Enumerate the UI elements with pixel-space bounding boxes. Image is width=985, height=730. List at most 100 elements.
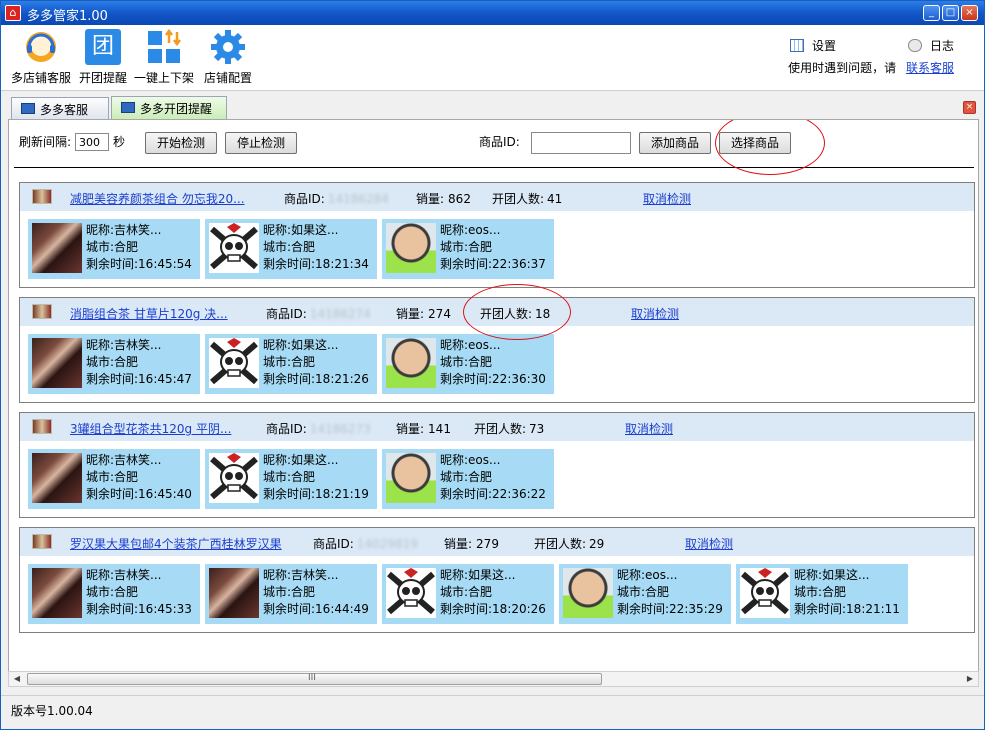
member-city-label: 城市:: [263, 470, 292, 484]
tab-group-reminder[interactable]: 多多开团提醒: [111, 96, 227, 120]
member-card[interactable]: 昵称:如果这... 城市:合肥 剩余时间:18:21:11: [736, 564, 908, 624]
product-name-link[interactable]: 消脂组合茶 甘草片120g 决...: [70, 305, 228, 322]
member-remaining-label: 剩余时间:: [617, 602, 670, 616]
member-city-label: 城市:: [440, 585, 469, 599]
log-link[interactable]: 日志: [907, 37, 954, 54]
member-city-value: 合肥: [114, 240, 139, 254]
product-id-label: 商品ID:: [266, 307, 307, 321]
girl-avatar: [32, 453, 82, 503]
member-remaining-row: 剩余时间:18:21:19: [263, 486, 369, 503]
minimize-button[interactable]: _: [923, 5, 940, 21]
scroll-right-icon[interactable]: ▶: [963, 673, 977, 685]
product-id-label: 商品ID:: [313, 537, 354, 551]
group-count-value: 41: [547, 192, 563, 206]
toolbar-store-config[interactable]: 店铺配置: [201, 29, 255, 86]
toolbar-multi-store-service[interactable]: 多店铺客服: [9, 29, 73, 86]
member-remaining-label: 剩余时间:: [440, 372, 493, 386]
product-group: 3罐组合型花茶共120g 平阴... 商品ID: 14186273 销量: 141 开团人…: [19, 412, 975, 518]
member-card[interactable]: 昵称:吉林笑... 城市:合肥 剩余时间:16:45:33: [28, 564, 200, 624]
member-city-value: 合肥: [468, 585, 493, 599]
stop-detect-button[interactable]: 停止检测: [225, 132, 297, 154]
member-card[interactable]: 昵称:吉林笑... 城市:合肥 剩余时间:16:45:47: [28, 334, 200, 394]
sales-cell: 销量: 274: [396, 305, 451, 322]
product-name-link[interactable]: 3罐组合型花茶共120g 平阴...: [70, 420, 231, 437]
member-remaining-label: 剩余时间:: [440, 602, 493, 616]
member-card[interactable]: 昵称:如果这... 城市:合肥 剩余时间:18:21:34: [205, 219, 377, 279]
member-nick-value: eos...: [468, 453, 501, 467]
member-city-value: 合肥: [114, 470, 139, 484]
toolbar-group-reminder[interactable]: 团 开团提醒: [77, 29, 129, 86]
member-card[interactable]: 昵称:如果这... 城市:合肥 剩余时间:18:21:19: [205, 449, 377, 509]
cancel-detect-link[interactable]: 取消检测: [685, 535, 733, 552]
member-remaining-row: 剩余时间:16:44:49: [263, 601, 369, 618]
member-card[interactable]: 昵称:eos... 城市:合肥 剩余时间:22:36:37: [382, 219, 554, 279]
product-name-link[interactable]: 罗汉果大果包邮4个装茶广西桂林罗汉果: [70, 535, 282, 552]
member-card[interactable]: 昵称:如果这... 城市:合肥 剩余时间:18:21:26: [205, 334, 377, 394]
title-bar[interactable]: ⌂ 多多管家1.00 _ □ ×: [1, 1, 984, 25]
horizontal-scrollbar[interactable]: ◀ III ▶: [8, 671, 979, 687]
interval-input[interactable]: [75, 133, 109, 151]
add-product-button[interactable]: 添加商品: [639, 132, 711, 154]
member-nick-label: 昵称:: [440, 453, 469, 467]
member-nick-label: 昵称:: [617, 568, 646, 582]
tab-strip: 多多客服 多多开团提醒 ×: [1, 96, 984, 120]
start-detect-button[interactable]: 开始检测: [145, 132, 217, 154]
man-avatar: [386, 223, 436, 273]
member-city-row: 城市:合肥: [440, 469, 546, 486]
maximize-button[interactable]: □: [942, 5, 959, 21]
member-nick-label: 昵称:: [263, 223, 292, 237]
member-card[interactable]: 昵称:吉林笑... 城市:合肥 剩余时间:16:45:40: [28, 449, 200, 509]
member-remaining-value: 22:36:37: [492, 257, 546, 271]
product-id-input[interactable]: [531, 132, 631, 154]
tab-label: 多多开团提醒: [140, 102, 213, 116]
close-tab-icon[interactable]: ×: [963, 101, 976, 114]
cancel-detect-link[interactable]: 取消检测: [631, 305, 679, 322]
member-info: 昵称:吉林笑... 城市:合肥 剩余时间:16:45:40: [86, 452, 192, 503]
cancel-detect-link[interactable]: 取消检测: [625, 420, 673, 437]
group-count-value: 29: [589, 537, 605, 551]
settings-link[interactable]: 设置: [789, 37, 836, 54]
member-city-row: 城市:合肥: [86, 584, 192, 601]
skull-avatar: [740, 568, 790, 618]
member-city-row: 城市:合肥: [263, 354, 369, 371]
scroll-thumb[interactable]: III: [27, 673, 602, 685]
help-row: 使用时遇到问题，请 联系客服: [788, 59, 954, 76]
tab-duoduo-service[interactable]: 多多客服: [11, 97, 109, 119]
member-city-row: 城市:合肥: [86, 469, 192, 486]
scroll-left-icon[interactable]: ◀: [10, 673, 24, 685]
member-card[interactable]: 昵称:eos... 城市:合肥 剩余时间:22:36:30: [382, 334, 554, 394]
close-button[interactable]: ×: [961, 5, 978, 21]
member-card[interactable]: 昵称:如果这... 城市:合肥 剩余时间:18:20:26: [382, 564, 554, 624]
member-nick-label: 昵称:: [86, 223, 115, 237]
member-info: 昵称:如果这... 城市:合肥 剩余时间:18:21:19: [263, 452, 369, 503]
product-id-value: 14186284: [327, 192, 389, 206]
skull-icon: [740, 568, 790, 618]
member-nick-value: 如果这...: [291, 453, 339, 467]
member-city-value: 合肥: [114, 585, 139, 599]
product-thumbnail: [32, 419, 52, 434]
member-card[interactable]: 昵称:eos... 城市:合肥 剩余时间:22:35:29: [559, 564, 731, 624]
product-thumbnail: [32, 189, 52, 204]
member-city-label: 城市:: [86, 470, 115, 484]
toolbar-one-key-shelf[interactable]: 一键上下架: [131, 29, 197, 86]
member-card[interactable]: 昵称:吉林笑... 城市:合肥 剩余时间:16:44:49: [205, 564, 377, 624]
app-window: ⌂ 多多管家1.00 _ □ × 多店铺客服 团 开团提醒 一键上下架 店铺配置…: [0, 0, 985, 730]
skull-icon: [209, 223, 259, 273]
group-count-cell: 开团人数: 29: [534, 535, 604, 552]
member-city-value: 合肥: [291, 585, 316, 599]
contact-service-link[interactable]: 联系客服: [906, 61, 954, 75]
man-avatar: [563, 568, 613, 618]
member-info: 昵称:如果这... 城市:合肥 剩余时间:18:21:26: [263, 337, 369, 388]
member-info: 昵称:吉林笑... 城市:合肥 剩余时间:16:45:33: [86, 567, 192, 618]
member-remaining-row: 剩余时间:16:45:40: [86, 486, 192, 503]
product-name-link[interactable]: 减肥美容养颜茶组合 勿忘我20...: [70, 190, 245, 207]
cancel-detect-link[interactable]: 取消检测: [643, 190, 691, 207]
member-remaining-label: 剩余时间:: [86, 372, 139, 386]
product-id-label: 商品ID:: [284, 192, 325, 206]
member-card[interactable]: 昵称:吉林笑... 城市:合肥 剩余时间:16:45:54: [28, 219, 200, 279]
member-remaining-value: 16:44:49: [315, 602, 369, 616]
member-city-value: 合肥: [291, 470, 316, 484]
member-card[interactable]: 昵称:eos... 城市:合肥 剩余时间:22:36:22: [382, 449, 554, 509]
member-city-row: 城市:合肥: [86, 354, 192, 371]
member-city-row: 城市:合肥: [263, 584, 369, 601]
